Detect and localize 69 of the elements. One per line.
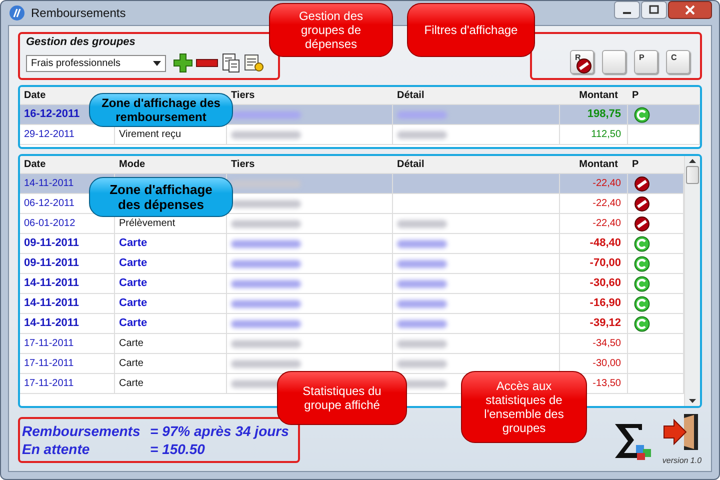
- table-cell: -70,00: [560, 254, 628, 274]
- table-cell: 17-11-2011: [20, 334, 115, 354]
- sigma-chart-icon[interactable]: [612, 421, 652, 461]
- filter-button[interactable]: R: [570, 50, 594, 74]
- version-label: version 1.0: [662, 456, 702, 465]
- column-header[interactable]: Détail: [397, 90, 424, 101]
- table-cell: 09-11-2011: [20, 254, 115, 274]
- callout-tooltip: Statistiques du groupe affiché: [277, 371, 407, 425]
- table-cell: 14-11-2011: [20, 314, 115, 334]
- window-title: Remboursements: [31, 6, 126, 20]
- column-header[interactable]: Tiers: [231, 159, 255, 170]
- callout-tooltip: Gestion des groupes de dépenses: [269, 3, 393, 57]
- column-header[interactable]: Date: [24, 159, 46, 170]
- table-cell: Virement reçu: [115, 125, 227, 145]
- table-cell: 06-01-2012: [20, 214, 115, 234]
- column-header[interactable]: Date: [24, 90, 46, 101]
- table-cell: 29-12-2011: [20, 125, 115, 145]
- table-cell: Carte: [115, 294, 227, 314]
- scroll-down-icon[interactable]: [689, 399, 696, 403]
- column-header[interactable]: P: [632, 90, 639, 101]
- document-icon[interactable]: [221, 53, 241, 73]
- table-cell: -30,60: [560, 274, 628, 294]
- column-header[interactable]: Tiers: [231, 90, 255, 101]
- table-cell: 198,75: [560, 105, 628, 125]
- callout-tooltip: Zone d'affichage des dépenses: [89, 177, 233, 217]
- table-cell: -16,90: [560, 294, 628, 314]
- table-cell: Carte: [115, 234, 227, 254]
- table-cell: -34,50: [560, 334, 628, 354]
- column-header[interactable]: Mode: [119, 159, 146, 170]
- plus-icon[interactable]: [173, 53, 193, 73]
- minimize-icon[interactable]: [614, 1, 640, 19]
- close-icon[interactable]: [668, 1, 712, 19]
- table-cell: -22,40: [560, 214, 628, 234]
- caret-icon: [153, 60, 161, 66]
- group-dropdown[interactable]: Frais professionnels: [26, 54, 166, 72]
- table-cell: -39,12: [560, 314, 628, 334]
- table-cell: 14-11-2011: [20, 294, 115, 314]
- table-cell: -22,40: [560, 194, 628, 214]
- callout-tooltip: Zone d'affichage des remboursement: [89, 93, 233, 127]
- stat-value: = 150.50: [150, 441, 205, 457]
- notes-icon[interactable]: [244, 53, 264, 73]
- scroll-thumb[interactable]: [686, 166, 699, 184]
- filter-button[interactable]: P: [634, 50, 658, 74]
- scrollbar[interactable]: [684, 156, 700, 406]
- column-header[interactable]: Détail: [397, 159, 424, 170]
- column-header[interactable]: P: [632, 159, 639, 170]
- filter-button[interactable]: C: [666, 50, 690, 74]
- callout-tooltip: Accès aux statistiques de l'ensemble des groupes: [461, 371, 587, 443]
- panel-legend: Gestion des groupes: [26, 36, 272, 48]
- table-cell: Carte: [115, 374, 227, 394]
- stat-value: = 97% après 34 jours: [150, 423, 289, 439]
- app-logo-icon: [9, 5, 25, 21]
- callout-tooltip: Filtres d'affichage: [407, 3, 535, 57]
- table-cell: Carte: [115, 334, 227, 354]
- scroll-up-icon[interactable]: [689, 159, 696, 163]
- table-cell: -48,40: [560, 234, 628, 254]
- table-cell: Carte: [115, 314, 227, 334]
- table-cell: Carte: [115, 354, 227, 374]
- stat-label: En attente: [22, 441, 91, 457]
- table-cell: 17-11-2011: [20, 354, 115, 374]
- table-cell: Carte: [115, 274, 227, 294]
- table-cell: Carte: [115, 254, 227, 274]
- table-cell: 17-11-2011: [20, 374, 115, 394]
- table-cell: 09-11-2011: [20, 234, 115, 254]
- table-cell: 14-11-2011: [20, 274, 115, 294]
- table-cell: 112,50: [560, 125, 628, 145]
- table-cell: -22,40: [560, 174, 628, 194]
- maximize-icon[interactable]: [641, 1, 667, 19]
- stat-label: Remboursements: [22, 423, 142, 439]
